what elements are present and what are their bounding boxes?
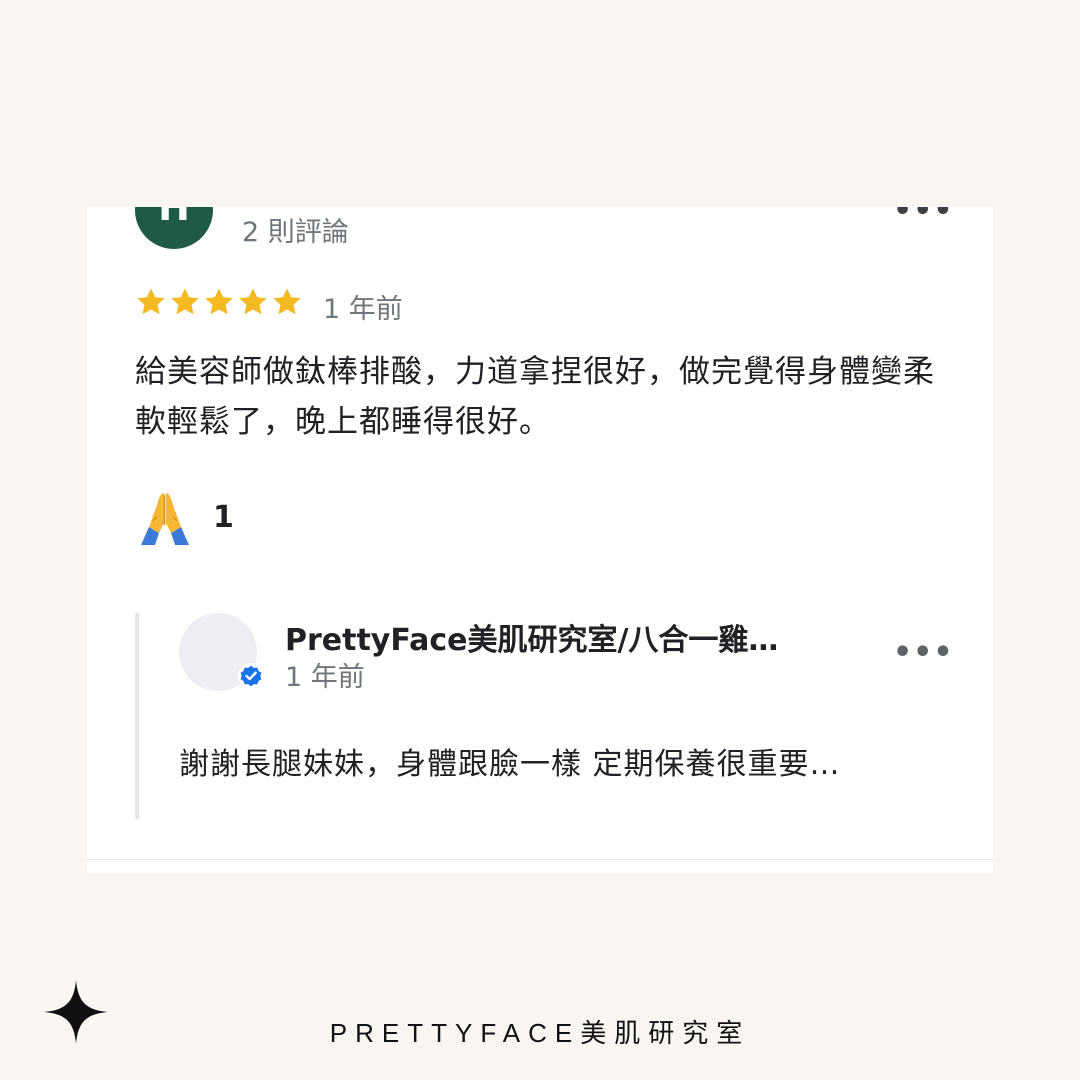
reaction-button[interactable]: 1 — [135, 487, 234, 547]
reviewer-avatar[interactable]: H — [135, 207, 213, 249]
reply-text[interactable]: 謝謝長腿妹妹，身體跟臉一樣 定期保養很重要… — [179, 739, 841, 783]
reply-time: 1 年前 — [285, 662, 365, 693]
reply-more-options-icon[interactable]: ••• — [893, 635, 954, 670]
brand-footer: PRETTYFACE美肌研究室 — [329, 1018, 751, 1048]
avatar-initial: H — [158, 207, 190, 229]
review-text: 給美容師做鈦棒排酸，力道拿捏很好，做完覺得身體變柔軟輕鬆了，晚上都睡得很好。 — [135, 354, 935, 440]
star-icon — [273, 288, 301, 315]
review-time: 1 年前 — [323, 294, 403, 325]
star-icon — [205, 288, 233, 315]
review-card: H 2 則評論 ••• 1 年前 給美容師做鈦棒排酸，力道拿捏很好，做完覺得身體… — [87, 207, 993, 873]
card-divider — [87, 859, 993, 860]
reply-divider-bar — [135, 613, 139, 819]
reaction-count: 1 — [213, 499, 234, 535]
star-icon — [171, 288, 199, 315]
verified-badge-icon — [238, 663, 264, 689]
more-options-icon[interactable]: ••• — [893, 207, 954, 228]
star-icon — [137, 288, 165, 315]
star-rating — [135, 286, 303, 318]
folded-hands-emoji-icon — [141, 493, 189, 545]
owner-name[interactable]: PrettyFace美肌研究室/八合一雞… — [285, 615, 778, 659]
star-icon — [239, 288, 267, 315]
review-count[interactable]: 2 則評論 — [242, 210, 349, 249]
